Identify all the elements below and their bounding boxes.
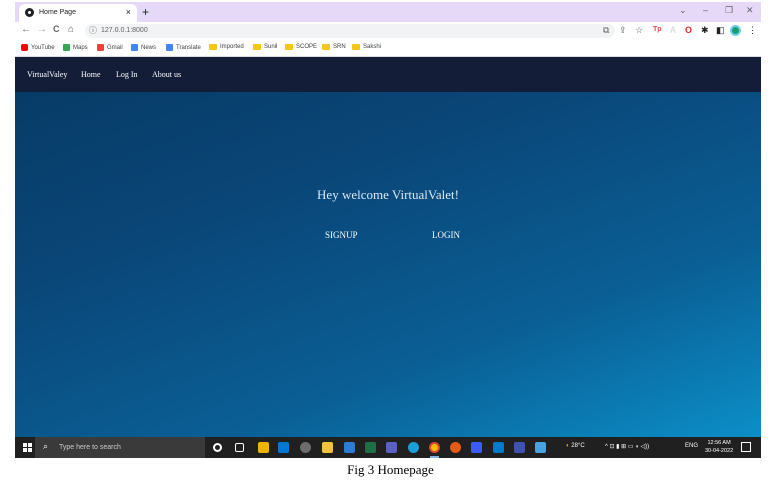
search-icon: ⌕ bbox=[43, 441, 49, 451]
site-navbar: VirtualValey Home Log In About us bbox=[15, 57, 761, 92]
address-bar[interactable]: ⓘ 127.0.0.1:8000 bbox=[85, 24, 615, 38]
folder-icon bbox=[209, 44, 217, 50]
globe-icon bbox=[25, 8, 34, 17]
back-button[interactable]: ← bbox=[21, 24, 31, 35]
weather-widget[interactable]: ◐ 28°C bbox=[566, 443, 585, 449]
windows-taskbar: ⌕ Type here to search ◐ 28°C ^ ⊡ ▮ ⊞ ▭ ◖… bbox=[15, 437, 761, 458]
clock-date: 30-04-2022 bbox=[705, 448, 734, 454]
teams-icon[interactable] bbox=[386, 442, 397, 453]
cortana-icon[interactable] bbox=[213, 443, 222, 452]
bookmark-folder-imported[interactable]: Imported bbox=[209, 44, 244, 50]
browser-menu-icon[interactable]: ⋮ bbox=[748, 25, 757, 36]
translate-icon bbox=[166, 44, 173, 51]
extensions-puzzle-icon[interactable]: ✱ bbox=[701, 25, 709, 36]
powershell-icon[interactable] bbox=[514, 442, 525, 453]
bookmark-folder-srn[interactable]: SRN bbox=[322, 44, 346, 50]
sticky-notes-icon[interactable] bbox=[258, 442, 269, 453]
close-window-button[interactable]: ✕ bbox=[746, 5, 754, 16]
home-button[interactable]: ⌂ bbox=[68, 24, 74, 35]
forward-button[interactable]: → bbox=[37, 24, 47, 35]
translate-icon[interactable]: ⧉ bbox=[603, 25, 609, 36]
login-button[interactable]: LOGIN bbox=[432, 230, 460, 240]
reload-button[interactable]: C bbox=[53, 24, 60, 34]
notifications-icon[interactable] bbox=[741, 442, 751, 452]
windows-start-icon[interactable] bbox=[23, 443, 32, 452]
close-tab-icon[interactable]: × bbox=[126, 7, 131, 17]
minimize-button[interactable]: – bbox=[703, 5, 708, 15]
word-icon[interactable] bbox=[344, 442, 355, 453]
tp-extension-icon[interactable]: Tp bbox=[653, 26, 662, 33]
nav-link-about[interactable]: About us bbox=[152, 70, 181, 79]
maps-icon bbox=[63, 44, 70, 51]
bookmarks-bar: YouTube Maps Gmail News Translate Import… bbox=[15, 40, 761, 57]
site-info-icon[interactable]: ⓘ bbox=[89, 25, 97, 36]
bookmark-youtube[interactable]: YouTube bbox=[21, 44, 55, 51]
bookmark-gmail[interactable]: Gmail bbox=[97, 44, 123, 51]
bookmark-star-icon[interactable]: ☆ bbox=[635, 25, 643, 36]
browser-toolbar: ← → C ⌂ ⓘ 127.0.0.1:8000 ⧉ ⇪ ☆ Tp A O ✱ … bbox=[15, 22, 761, 40]
site-brand-link[interactable]: VirtualValey bbox=[27, 70, 67, 79]
news-icon bbox=[131, 44, 138, 51]
excel-icon[interactable] bbox=[365, 442, 376, 453]
edge-icon[interactable] bbox=[408, 442, 419, 453]
gmail-icon bbox=[97, 44, 104, 51]
figure-caption: Fig 3 Homepage bbox=[347, 462, 434, 477]
folder-icon bbox=[322, 44, 330, 50]
url-text: 127.0.0.1:8000 bbox=[101, 27, 148, 34]
bookmark-folder-scope[interactable]: SCOPE bbox=[285, 44, 317, 50]
mail-app-icon[interactable] bbox=[278, 442, 289, 453]
dell-icon[interactable] bbox=[300, 442, 311, 453]
signup-button[interactable]: SIGNUP bbox=[325, 230, 358, 240]
clock-time: 12:56 AM bbox=[707, 440, 731, 446]
photos-icon[interactable] bbox=[535, 442, 546, 453]
restore-button[interactable]: ❐ bbox=[725, 5, 733, 16]
bookmark-news[interactable]: News bbox=[131, 44, 156, 51]
web-page: VirtualValey Home Log In About us Hey we… bbox=[15, 57, 761, 437]
system-tray-icons[interactable]: ^ ⊡ ▮ ⊞ ▭ ◖ ◁)) bbox=[605, 443, 649, 450]
task-view-icon[interactable] bbox=[235, 443, 244, 452]
dropbox-icon[interactable] bbox=[471, 442, 482, 453]
file-explorer-icon[interactable] bbox=[322, 442, 333, 453]
tab-search-icon[interactable]: ⌄ bbox=[679, 5, 687, 16]
folder-icon bbox=[285, 44, 293, 50]
tab-home-page[interactable]: Home Page × bbox=[19, 4, 137, 22]
folder-icon bbox=[352, 44, 360, 50]
share-icon[interactable]: ⇪ bbox=[619, 25, 627, 36]
opera-extension-icon[interactable]: O bbox=[685, 25, 692, 35]
nav-link-login[interactable]: Log In bbox=[116, 70, 138, 79]
firefox-icon[interactable] bbox=[450, 442, 461, 453]
vscode-icon[interactable] bbox=[493, 442, 504, 453]
chrome-active-indicator bbox=[430, 456, 439, 458]
bookmark-translate[interactable]: Translate bbox=[166, 44, 201, 51]
search-placeholder: Type here to search bbox=[59, 444, 121, 451]
bookmark-maps[interactable]: Maps bbox=[63, 44, 88, 51]
language-indicator[interactable]: ENG bbox=[685, 443, 698, 449]
tab-title: Home Page bbox=[39, 9, 76, 16]
chrome-icon[interactable] bbox=[429, 442, 440, 453]
nav-link-home[interactable]: Home bbox=[81, 70, 101, 79]
browser-window: Home Page × + ⌄ – ❐ ✕ ← → C ⌂ ⓘ 127.0.0.… bbox=[15, 2, 761, 458]
taskbar-clock[interactable]: 12:56 AM 30-04-2022 bbox=[705, 439, 733, 455]
tab-strip: Home Page × + ⌄ – ❐ ✕ bbox=[15, 2, 761, 22]
profile-avatar[interactable] bbox=[730, 25, 741, 36]
welcome-heading: Hey welcome VirtualValet! bbox=[317, 187, 459, 202]
bookmark-folder-sunil[interactable]: Sunil bbox=[253, 44, 277, 50]
youtube-icon bbox=[21, 44, 28, 51]
weather-moon-icon: ◐ bbox=[566, 443, 570, 449]
new-tab-button[interactable]: + bbox=[142, 5, 149, 19]
folder-icon bbox=[253, 44, 261, 50]
adobe-extension-icon[interactable]: A bbox=[670, 25, 676, 35]
taskbar-search-box[interactable]: ⌕ Type here to search bbox=[35, 437, 205, 458]
bookmark-folder-sakshi[interactable]: Sakshi bbox=[352, 44, 381, 50]
side-panel-icon[interactable]: ◧ bbox=[716, 25, 725, 36]
